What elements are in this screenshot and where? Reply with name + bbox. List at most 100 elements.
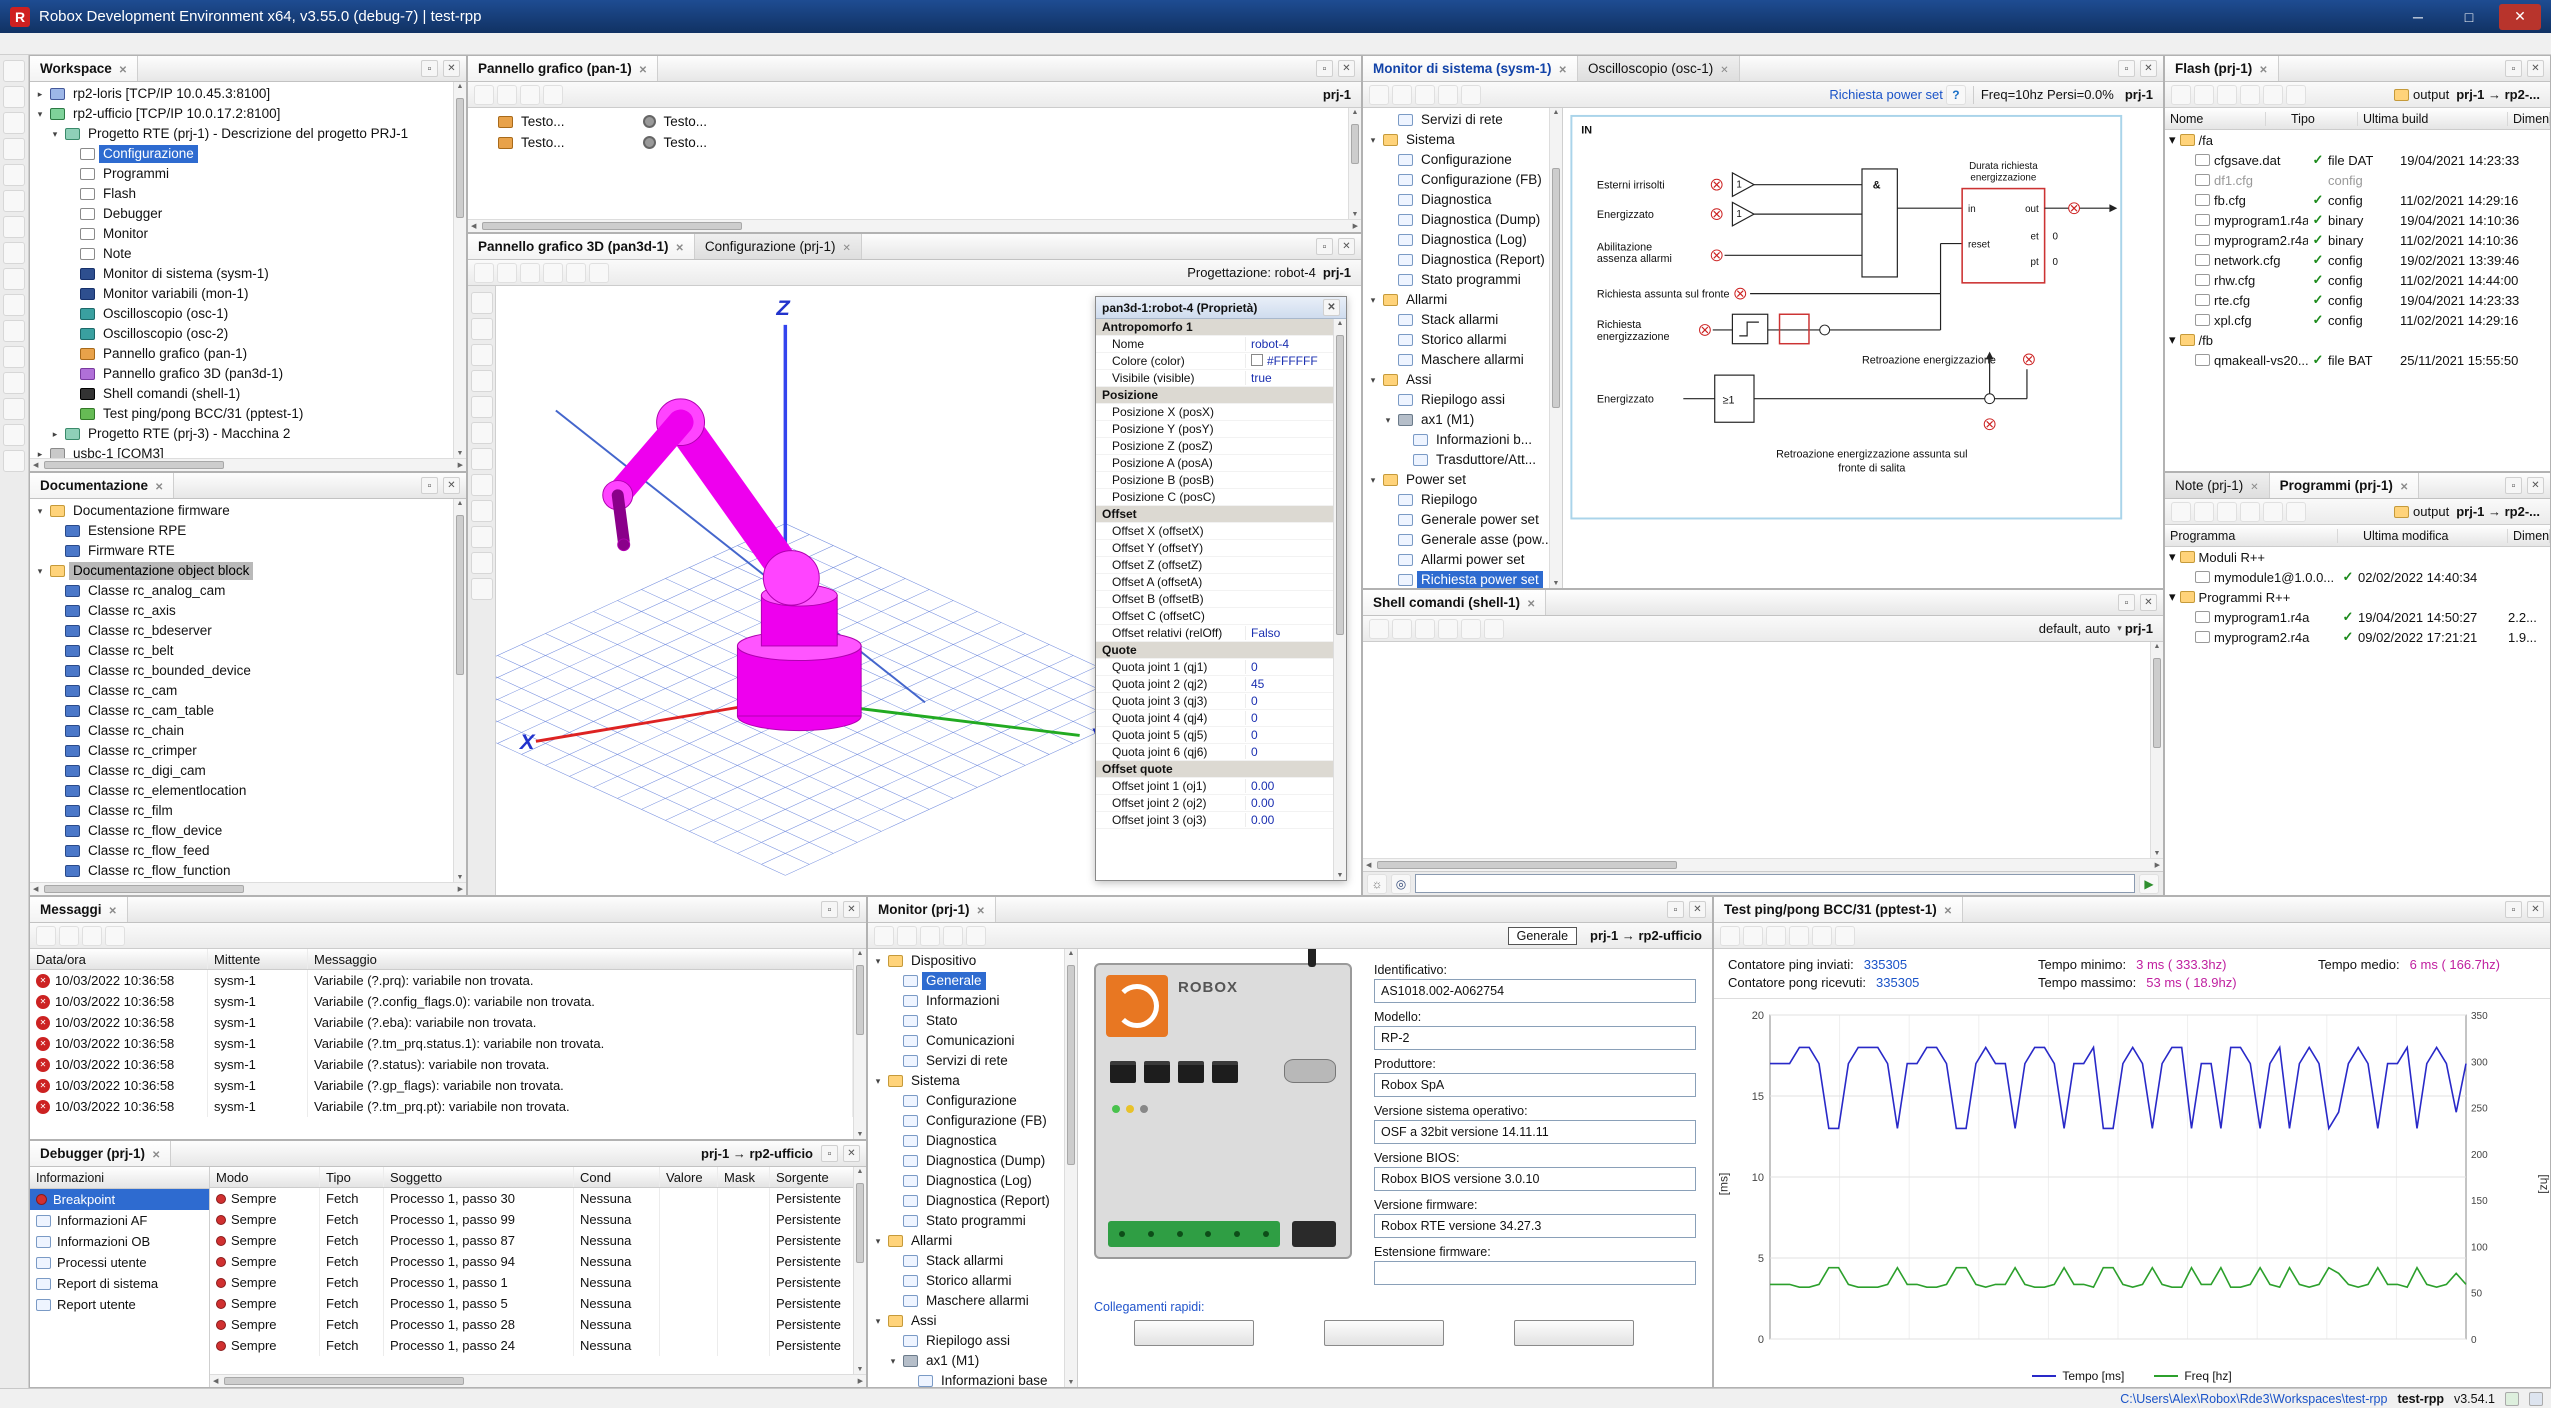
- scrollbar-vertical[interactable]: [853, 949, 866, 1139]
- tree-item[interactable]: Monitor di sistema (sysm-1): [30, 264, 453, 284]
- tree-item[interactable]: ▾Dispositivo: [868, 951, 1064, 971]
- tree-item[interactable]: ▾Power set: [1363, 470, 1549, 490]
- close-icon[interactable]: [843, 901, 860, 918]
- expander-icon[interactable]: ▸: [34, 89, 46, 100]
- tree-item[interactable]: Estensione RPE: [30, 521, 453, 541]
- tree-item[interactable]: Storico allarmi: [868, 1271, 1064, 1291]
- toolbar-icon[interactable]: [1438, 619, 1458, 639]
- tab-close-icon[interactable]: [676, 239, 684, 254]
- strip-tool-icon[interactable]: [3, 372, 25, 394]
- tree-item[interactable]: ▾rp2-ufficio [TCP/IP 10.0.17.2:8100]: [30, 104, 453, 124]
- expander-icon[interactable]: ▾: [1367, 295, 1379, 306]
- program-list-header[interactable]: Programma Ultima modifica Dimensione: [2165, 525, 2550, 547]
- toolbar-icon[interactable]: [920, 926, 940, 946]
- strip-tool-icon[interactable]: [3, 320, 25, 342]
- field-value[interactable]: Robox SpA: [1374, 1073, 1696, 1097]
- property-value[interactable]: 45: [1245, 677, 1333, 691]
- tree-item[interactable]: Configurazione: [868, 1091, 1064, 1111]
- toolbar-icon[interactable]: [1766, 926, 1786, 946]
- property-row[interactable]: Offset Y (offsetY): [1096, 540, 1333, 557]
- tree-item[interactable]: Flash: [30, 184, 453, 204]
- shell-input[interactable]: [1415, 874, 2135, 893]
- property-row[interactable]: Offset relativi (relOff) Falso: [1096, 625, 1333, 642]
- tree-item[interactable]: Configurazione (FB): [868, 1111, 1064, 1131]
- toolbar-icon[interactable]: [36, 926, 56, 946]
- toolbar-icon[interactable]: [2171, 85, 2191, 105]
- property-row[interactable]: Posizione X (posX): [1096, 404, 1333, 421]
- message-row[interactable]: 10/03/2022 10:36:58 sysm-1 Variabile (?.…: [30, 1096, 853, 1117]
- toolbar-icon[interactable]: [1415, 619, 1435, 639]
- toolbar-icon[interactable]: [2286, 85, 2306, 105]
- tab-pan3d[interactable]: Pannello grafico 3D (pan3d-1): [468, 234, 695, 259]
- expander-icon[interactable]: ▾: [34, 109, 46, 120]
- tree-item[interactable]: Configurazione: [1363, 150, 1549, 170]
- strip-tool-icon[interactable]: [3, 294, 25, 316]
- close-icon[interactable]: [1323, 299, 1340, 316]
- radio-icon[interactable]: [643, 115, 656, 128]
- toolbar-icon[interactable]: [2240, 502, 2260, 522]
- radio-icon[interactable]: [643, 136, 656, 149]
- scrollbar-vertical[interactable]: [453, 499, 466, 882]
- tree-item[interactable]: Classe rc_belt: [30, 641, 453, 661]
- toolbar-icon[interactable]: [1392, 85, 1412, 105]
- tree-item[interactable]: Classe rc_elementlocation: [30, 781, 453, 801]
- tab-close-icon[interactable]: [155, 478, 163, 493]
- property-row[interactable]: Quota joint 3 (qj3) 0: [1096, 693, 1333, 710]
- property-row[interactable]: Offset joint 1 (oj1) 0.00: [1096, 778, 1333, 795]
- tree-item[interactable]: Classe rc_flow_device: [30, 821, 453, 841]
- program-row[interactable]: ▾Moduli R++: [2165, 547, 2550, 567]
- tree-item[interactable]: Monitor: [30, 224, 453, 244]
- tab-pan3d[interactable]: Configurazione (prj-1): [695, 234, 862, 259]
- close-icon[interactable]: [2527, 901, 2544, 918]
- tree-item[interactable]: Classe rc_bdeserver: [30, 621, 453, 641]
- tree-item[interactable]: Allarmi power set: [1363, 550, 1549, 570]
- expander-icon[interactable]: ▾: [49, 129, 61, 140]
- expander-icon[interactable]: ▾: [2169, 332, 2176, 348]
- column-soggetto[interactable]: Soggetto: [384, 1167, 574, 1187]
- close-icon[interactable]: [2527, 477, 2544, 494]
- toolbar-icon[interactable]: [874, 926, 894, 946]
- tree-item[interactable]: Servizi di rete: [868, 1051, 1064, 1071]
- view-badge[interactable]: Generale: [1508, 927, 1577, 945]
- column-dim[interactable]: Dimensione: [2508, 112, 2550, 126]
- toolbar-icon[interactable]: [1743, 926, 1763, 946]
- tree-item[interactable]: Debugger: [30, 204, 453, 224]
- tab-debugger[interactable]: Debugger (prj-1): [30, 1141, 171, 1166]
- breakpoint-icon[interactable]: [216, 1257, 226, 1267]
- shell-run-icon[interactable]: [2139, 874, 2159, 894]
- property-value[interactable]: 0.00: [1245, 779, 1333, 793]
- message-row[interactable]: 10/03/2022 10:36:58 sysm-1 Variabile (?.…: [30, 1054, 853, 1075]
- tab-close-icon[interactable]: [1559, 61, 1567, 76]
- strip-tool-icon[interactable]: [3, 86, 25, 108]
- message-row[interactable]: 10/03/2022 10:36:58 sysm-1 Variabile (?.…: [30, 1012, 853, 1033]
- expander-icon[interactable]: ▾: [34, 506, 46, 517]
- view-tool-icon[interactable]: [471, 552, 493, 574]
- float-icon[interactable]: [821, 901, 838, 918]
- property-row[interactable]: Visibile (visible) true: [1096, 370, 1333, 387]
- tab-flash[interactable]: Flash (prj-1): [2165, 56, 2279, 81]
- toolbar-icon[interactable]: [2263, 502, 2283, 522]
- tab-messaggi[interactable]: Messaggi: [30, 897, 128, 922]
- panel-text-item[interactable]: Testo... Testo...: [468, 108, 1361, 129]
- tree-item[interactable]: ▾Documentazione object block: [30, 561, 453, 581]
- scrollbar-vertical[interactable]: [853, 1167, 866, 1374]
- column-sorgente[interactable]: Sorgente: [770, 1167, 866, 1187]
- maximize-button[interactable]: □: [2448, 4, 2490, 30]
- message-row[interactable]: 10/03/2022 10:36:58 sysm-1 Variabile (?.…: [30, 970, 853, 991]
- property-value[interactable]: true: [1245, 371, 1333, 385]
- toolbar-icon[interactable]: [543, 85, 563, 105]
- property-row[interactable]: Quota joint 6 (qj6) 0: [1096, 744, 1333, 761]
- float-icon[interactable]: [2505, 477, 2522, 494]
- tab-programmi[interactable]: Programmi (prj-1): [2270, 473, 2420, 498]
- shell-history-icon[interactable]: [1391, 874, 1411, 894]
- view-tool-icon[interactable]: [471, 396, 493, 418]
- property-row[interactable]: Quota joint 2 (qj2) 45: [1096, 676, 1333, 693]
- program-row[interactable]: myprogram2.r4a ✓ 09/02/2022 17:21:21 1.9…: [2165, 627, 2550, 647]
- tab-close-icon[interactable]: [109, 902, 117, 917]
- strip-tool-icon[interactable]: [3, 424, 25, 446]
- toolbar-icon[interactable]: [520, 85, 540, 105]
- column-programma[interactable]: Programma: [2165, 529, 2338, 543]
- toolbar-icon[interactable]: [1438, 85, 1458, 105]
- info-item[interactable]: Report utente: [30, 1294, 209, 1315]
- property-row[interactable]: Offset B (offsetB): [1096, 591, 1333, 608]
